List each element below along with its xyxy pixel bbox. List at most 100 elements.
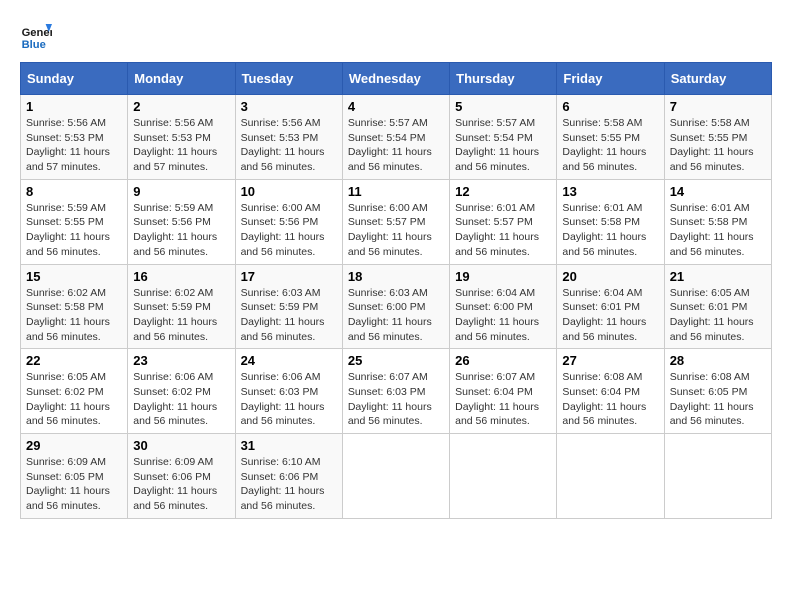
day-number: 24	[241, 353, 337, 368]
calendar-cell: 5 Sunrise: 5:57 AM Sunset: 5:54 PM Dayli…	[450, 95, 557, 180]
day-detail: Sunrise: 5:58 AM Sunset: 5:55 PM Dayligh…	[562, 116, 658, 175]
day-detail: Sunrise: 6:03 AM Sunset: 5:59 PM Dayligh…	[241, 286, 337, 345]
day-number: 22	[26, 353, 122, 368]
calendar-week-row: 15 Sunrise: 6:02 AM Sunset: 5:58 PM Dayl…	[21, 264, 772, 349]
calendar-cell: 17 Sunrise: 6:03 AM Sunset: 5:59 PM Dayl…	[235, 264, 342, 349]
calendar-cell: 2 Sunrise: 5:56 AM Sunset: 5:53 PM Dayli…	[128, 95, 235, 180]
day-number: 29	[26, 438, 122, 453]
day-detail: Sunrise: 6:05 AM Sunset: 6:01 PM Dayligh…	[670, 286, 766, 345]
day-detail: Sunrise: 6:00 AM Sunset: 5:56 PM Dayligh…	[241, 201, 337, 260]
day-number: 6	[562, 99, 658, 114]
day-detail: Sunrise: 5:56 AM Sunset: 5:53 PM Dayligh…	[26, 116, 122, 175]
calendar-cell: 20 Sunrise: 6:04 AM Sunset: 6:01 PM Dayl…	[557, 264, 664, 349]
day-number: 7	[670, 99, 766, 114]
day-number: 21	[670, 269, 766, 284]
calendar-week-row: 29 Sunrise: 6:09 AM Sunset: 6:05 PM Dayl…	[21, 434, 772, 519]
calendar-cell: 8 Sunrise: 5:59 AM Sunset: 5:55 PM Dayli…	[21, 179, 128, 264]
day-detail: Sunrise: 5:56 AM Sunset: 5:53 PM Dayligh…	[241, 116, 337, 175]
day-number: 30	[133, 438, 229, 453]
day-detail: Sunrise: 5:59 AM Sunset: 5:55 PM Dayligh…	[26, 201, 122, 260]
day-number: 13	[562, 184, 658, 199]
day-number: 23	[133, 353, 229, 368]
calendar-cell: 13 Sunrise: 6:01 AM Sunset: 5:58 PM Dayl…	[557, 179, 664, 264]
day-number: 2	[133, 99, 229, 114]
day-detail: Sunrise: 6:04 AM Sunset: 6:00 PM Dayligh…	[455, 286, 551, 345]
weekday-header: Sunday	[21, 63, 128, 95]
day-detail: Sunrise: 5:57 AM Sunset: 5:54 PM Dayligh…	[455, 116, 551, 175]
svg-text:Blue: Blue	[22, 39, 46, 51]
calendar-cell	[450, 434, 557, 519]
day-detail: Sunrise: 5:56 AM Sunset: 5:53 PM Dayligh…	[133, 116, 229, 175]
day-number: 11	[348, 184, 444, 199]
calendar-cell	[664, 434, 771, 519]
day-number: 20	[562, 269, 658, 284]
calendar-cell: 14 Sunrise: 6:01 AM Sunset: 5:58 PM Dayl…	[664, 179, 771, 264]
day-detail: Sunrise: 6:08 AM Sunset: 6:04 PM Dayligh…	[562, 370, 658, 429]
logo-icon: General Blue	[20, 20, 52, 52]
day-detail: Sunrise: 6:07 AM Sunset: 6:04 PM Dayligh…	[455, 370, 551, 429]
day-number: 17	[241, 269, 337, 284]
day-detail: Sunrise: 6:04 AM Sunset: 6:01 PM Dayligh…	[562, 286, 658, 345]
day-detail: Sunrise: 6:09 AM Sunset: 6:06 PM Dayligh…	[133, 455, 229, 514]
calendar-cell: 4 Sunrise: 5:57 AM Sunset: 5:54 PM Dayli…	[342, 95, 449, 180]
day-detail: Sunrise: 6:01 AM Sunset: 5:58 PM Dayligh…	[670, 201, 766, 260]
weekday-header: Thursday	[450, 63, 557, 95]
day-detail: Sunrise: 6:02 AM Sunset: 5:59 PM Dayligh…	[133, 286, 229, 345]
calendar-cell	[342, 434, 449, 519]
day-detail: Sunrise: 6:07 AM Sunset: 6:03 PM Dayligh…	[348, 370, 444, 429]
weekday-header: Monday	[128, 63, 235, 95]
calendar-cell: 15 Sunrise: 6:02 AM Sunset: 5:58 PM Dayl…	[21, 264, 128, 349]
calendar-week-row: 22 Sunrise: 6:05 AM Sunset: 6:02 PM Dayl…	[21, 349, 772, 434]
calendar-cell: 7 Sunrise: 5:58 AM Sunset: 5:55 PM Dayli…	[664, 95, 771, 180]
calendar-cell: 6 Sunrise: 5:58 AM Sunset: 5:55 PM Dayli…	[557, 95, 664, 180]
day-number: 25	[348, 353, 444, 368]
day-detail: Sunrise: 6:03 AM Sunset: 6:00 PM Dayligh…	[348, 286, 444, 345]
day-number: 31	[241, 438, 337, 453]
calendar-cell: 18 Sunrise: 6:03 AM Sunset: 6:00 PM Dayl…	[342, 264, 449, 349]
calendar-cell: 21 Sunrise: 6:05 AM Sunset: 6:01 PM Dayl…	[664, 264, 771, 349]
day-number: 19	[455, 269, 551, 284]
calendar-cell: 3 Sunrise: 5:56 AM Sunset: 5:53 PM Dayli…	[235, 95, 342, 180]
day-detail: Sunrise: 6:10 AM Sunset: 6:06 PM Dayligh…	[241, 455, 337, 514]
calendar-cell: 28 Sunrise: 6:08 AM Sunset: 6:05 PM Dayl…	[664, 349, 771, 434]
day-number: 26	[455, 353, 551, 368]
calendar-cell: 26 Sunrise: 6:07 AM Sunset: 6:04 PM Dayl…	[450, 349, 557, 434]
day-number: 9	[133, 184, 229, 199]
day-number: 15	[26, 269, 122, 284]
logo: General Blue	[20, 20, 56, 52]
day-number: 8	[26, 184, 122, 199]
page-header: General Blue	[20, 20, 772, 52]
day-number: 1	[26, 99, 122, 114]
calendar-cell: 16 Sunrise: 6:02 AM Sunset: 5:59 PM Dayl…	[128, 264, 235, 349]
weekday-header: Friday	[557, 63, 664, 95]
calendar-cell: 25 Sunrise: 6:07 AM Sunset: 6:03 PM Dayl…	[342, 349, 449, 434]
calendar-cell: 23 Sunrise: 6:06 AM Sunset: 6:02 PM Dayl…	[128, 349, 235, 434]
day-number: 4	[348, 99, 444, 114]
day-number: 14	[670, 184, 766, 199]
weekday-header: Wednesday	[342, 63, 449, 95]
day-detail: Sunrise: 5:58 AM Sunset: 5:55 PM Dayligh…	[670, 116, 766, 175]
calendar-cell: 24 Sunrise: 6:06 AM Sunset: 6:03 PM Dayl…	[235, 349, 342, 434]
day-detail: Sunrise: 6:01 AM Sunset: 5:58 PM Dayligh…	[562, 201, 658, 260]
calendar-week-row: 8 Sunrise: 5:59 AM Sunset: 5:55 PM Dayli…	[21, 179, 772, 264]
calendar-week-row: 1 Sunrise: 5:56 AM Sunset: 5:53 PM Dayli…	[21, 95, 772, 180]
day-detail: Sunrise: 6:05 AM Sunset: 6:02 PM Dayligh…	[26, 370, 122, 429]
day-detail: Sunrise: 6:01 AM Sunset: 5:57 PM Dayligh…	[455, 201, 551, 260]
calendar: SundayMondayTuesdayWednesdayThursdayFrid…	[20, 62, 772, 519]
calendar-cell: 10 Sunrise: 6:00 AM Sunset: 5:56 PM Dayl…	[235, 179, 342, 264]
day-number: 5	[455, 99, 551, 114]
day-detail: Sunrise: 6:00 AM Sunset: 5:57 PM Dayligh…	[348, 201, 444, 260]
day-number: 10	[241, 184, 337, 199]
calendar-cell: 9 Sunrise: 5:59 AM Sunset: 5:56 PM Dayli…	[128, 179, 235, 264]
day-detail: Sunrise: 6:08 AM Sunset: 6:05 PM Dayligh…	[670, 370, 766, 429]
day-number: 27	[562, 353, 658, 368]
calendar-cell: 12 Sunrise: 6:01 AM Sunset: 5:57 PM Dayl…	[450, 179, 557, 264]
day-number: 12	[455, 184, 551, 199]
calendar-cell	[557, 434, 664, 519]
day-number: 16	[133, 269, 229, 284]
svg-text:General: General	[22, 27, 52, 39]
calendar-cell: 31 Sunrise: 6:10 AM Sunset: 6:06 PM Dayl…	[235, 434, 342, 519]
calendar-cell: 19 Sunrise: 6:04 AM Sunset: 6:00 PM Dayl…	[450, 264, 557, 349]
day-detail: Sunrise: 6:09 AM Sunset: 6:05 PM Dayligh…	[26, 455, 122, 514]
calendar-cell: 27 Sunrise: 6:08 AM Sunset: 6:04 PM Dayl…	[557, 349, 664, 434]
